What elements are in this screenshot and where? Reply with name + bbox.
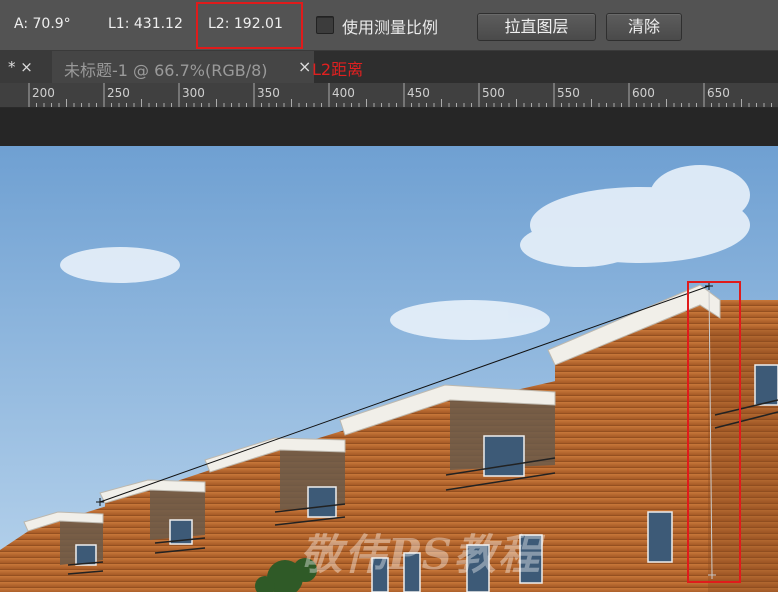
angle-readout: A: 70.9° xyxy=(14,16,71,32)
ruler-label: 500 xyxy=(482,86,505,100)
ruler-label: 450 xyxy=(407,86,430,100)
horizontal-ruler[interactable]: 200 250 300 350 400 450 500 550 600 650 xyxy=(0,83,778,108)
options-bar: A: 70.9° L1: 431.12 L2: 192.01 使用测量比例 拉直… xyxy=(0,0,778,51)
l2-distance-annotation: L2距离 xyxy=(312,60,364,79)
ruler-label: 650 xyxy=(707,86,730,100)
tab-previous-document[interactable]: * × xyxy=(0,51,52,83)
ruler-label: 550 xyxy=(557,86,580,100)
tab-close-icon[interactable]: × xyxy=(298,57,311,76)
l2-highlight-box xyxy=(196,2,303,49)
tab-previous-label: * × xyxy=(8,58,33,76)
ruler-label: 250 xyxy=(107,86,130,100)
use-measurement-scale-checkbox[interactable] xyxy=(316,16,334,34)
l1-readout: L1: 431.12 xyxy=(108,16,183,32)
ruler-label: 400 xyxy=(332,86,355,100)
l2-line-highlight-box xyxy=(687,281,741,583)
ruler-label: 350 xyxy=(257,86,280,100)
tab-current-document[interactable]: 未标题-1 @ 66.7%(RGB/8) xyxy=(52,51,314,83)
straighten-layer-button[interactable]: 拉直图层 xyxy=(477,13,596,41)
document-tab-bar: * × 未标题-1 @ 66.7%(RGB/8) × xyxy=(0,51,778,83)
ruler-label: 300 xyxy=(182,86,205,100)
tab-current-title: 未标题-1 @ 66.7%(RGB/8) xyxy=(64,61,268,80)
watermark-text: 敬伟PS教程 xyxy=(300,530,542,579)
ruler-label: 600 xyxy=(632,86,655,100)
clear-button[interactable]: 清除 xyxy=(606,13,682,41)
canvas-pasteboard xyxy=(0,108,778,146)
use-measurement-scale-label: 使用测量比例 xyxy=(342,18,439,37)
ruler-label: 200 xyxy=(32,86,55,100)
